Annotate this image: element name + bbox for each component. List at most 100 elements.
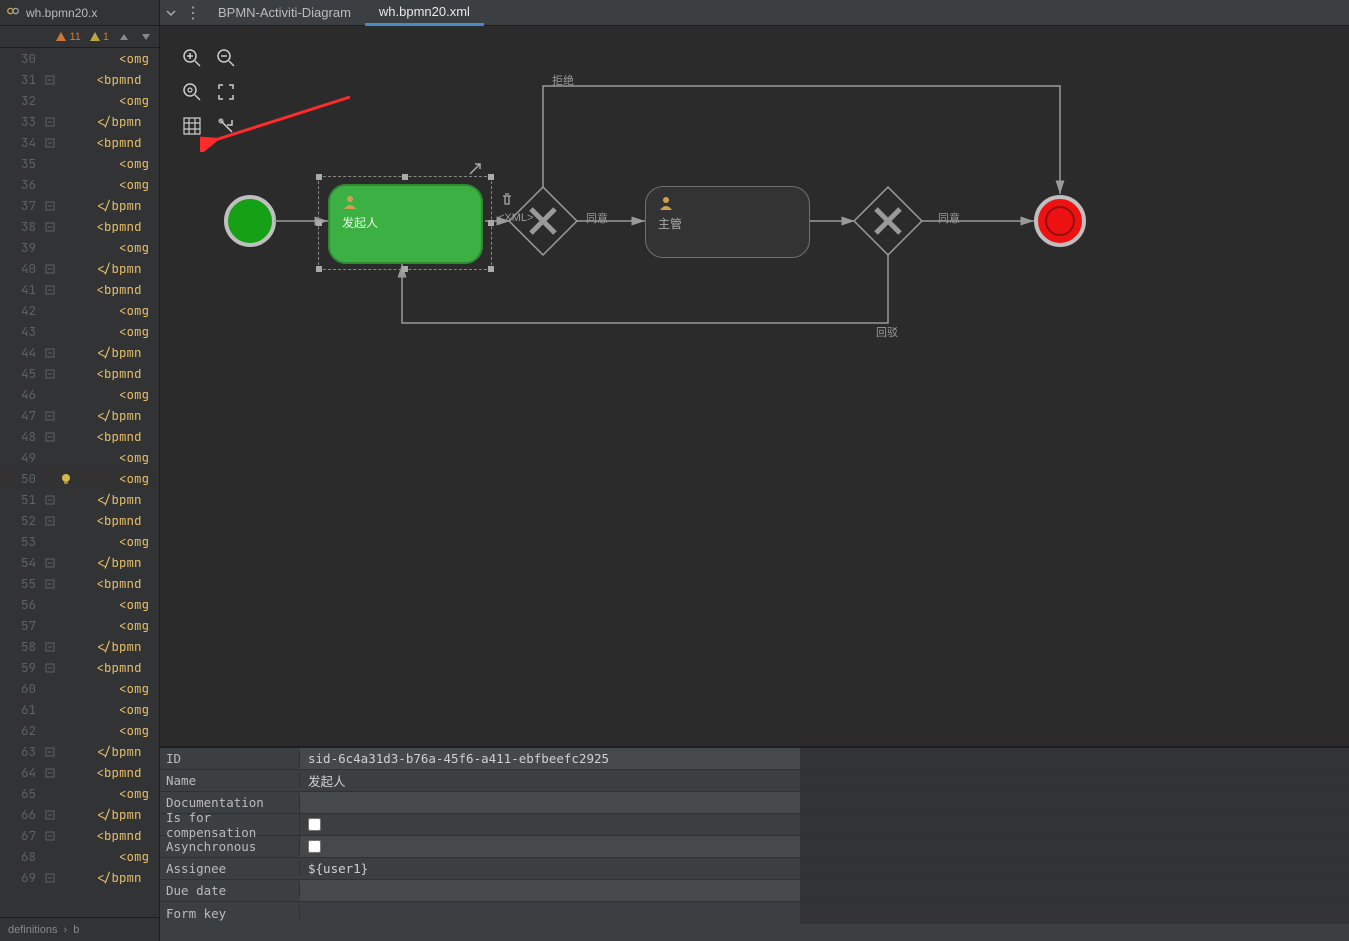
code-line[interactable]: 64 <bpmnd (0, 762, 159, 783)
start-event[interactable] (226, 197, 274, 245)
prev-highlight-icon[interactable] (117, 30, 131, 44)
warnings-minor[interactable]: 1 (89, 31, 109, 43)
fold-toggle-icon[interactable] (42, 747, 58, 757)
fold-toggle-icon[interactable] (42, 222, 58, 232)
tabs-more-icon[interactable]: ⋮ (182, 0, 204, 26)
prop-value-assignee[interactable]: ${user1} (300, 858, 800, 879)
code-line[interactable]: 69 </bpmn (0, 867, 159, 888)
code-line[interactable]: 43 <omg (0, 321, 159, 342)
code-line[interactable]: 52 <bpmnd (0, 510, 159, 531)
line-number: 59 (0, 659, 42, 676)
fold-toggle-icon[interactable] (42, 642, 58, 652)
code-line[interactable]: 57 <omg (0, 615, 159, 636)
tabs-dropdown-icon[interactable] (160, 0, 182, 26)
fold-toggle-icon[interactable] (42, 432, 58, 442)
prop-value-id[interactable]: sid-6c4a31d3-b76a-45f6-a411-ebfbeefc2925 (300, 748, 800, 769)
fold-toggle-icon[interactable] (42, 810, 58, 820)
fold-toggle-icon[interactable] (42, 516, 58, 526)
line-number: 34 (0, 134, 42, 151)
code-line[interactable]: 66 </bpmn (0, 804, 159, 825)
prop-label-doc: Documentation (160, 795, 300, 810)
fold-toggle-icon[interactable] (42, 75, 58, 85)
code-line[interactable]: 35 <omg (0, 153, 159, 174)
fold-toggle-icon[interactable] (42, 558, 58, 568)
sequence-flow-reject[interactable] (543, 86, 1060, 194)
fold-toggle-icon[interactable] (42, 873, 58, 883)
tab-diagram[interactable]: BPMN-Activiti-Diagram (204, 0, 365, 26)
code-line[interactable]: 62 <omg (0, 720, 159, 741)
code-line[interactable]: 32 <omg (0, 90, 159, 111)
fold-toggle-icon[interactable] (42, 768, 58, 778)
fold-toggle-icon[interactable] (42, 201, 58, 211)
code-line[interactable]: 63 </bpmn (0, 741, 159, 762)
code-line[interactable]: 45 <bpmnd (0, 363, 159, 384)
bpmn-canvas[interactable]: 发起人 主管 <XML> 同意 同意 拒绝 回驳 (160, 26, 1349, 746)
fold-toggle-icon[interactable] (42, 348, 58, 358)
breadcrumb-item[interactable]: definitions (8, 924, 58, 936)
code-line[interactable]: 53 <omg (0, 531, 159, 552)
fold-toggle-icon[interactable] (42, 495, 58, 505)
prop-value-compensation[interactable] (300, 814, 800, 835)
breadcrumb[interactable]: definitions › b (0, 917, 159, 941)
sequence-flow-return[interactable] (402, 254, 888, 323)
code-line[interactable]: 58 </bpmn (0, 636, 159, 657)
exclusive-gateway-2[interactable] (854, 187, 922, 255)
next-highlight-icon[interactable] (139, 30, 153, 44)
code-line[interactable]: 36 <omg (0, 174, 159, 195)
code-line[interactable]: 39 <omg (0, 237, 159, 258)
fold-toggle-icon[interactable] (42, 138, 58, 148)
code-line[interactable]: 30 <omg (0, 48, 159, 69)
code-line[interactable]: 40 </bpmn (0, 258, 159, 279)
code-gutter[interactable]: 30 <omg31 <bpmnd32 <omg33 </bpmn34 <bpmn… (0, 48, 159, 917)
fold-toggle-icon[interactable] (42, 579, 58, 589)
line-number: 52 (0, 512, 42, 529)
warnings-major[interactable]: 11 (55, 31, 80, 43)
code-line[interactable]: 61 <omg (0, 699, 159, 720)
code-line[interactable]: 38 <bpmnd (0, 216, 159, 237)
code-line[interactable]: 33 </bpmn (0, 111, 159, 132)
code-line[interactable]: 41 <bpmnd (0, 279, 159, 300)
code-line[interactable]: 67 <bpmnd (0, 825, 159, 846)
code-line[interactable]: 55 <bpmnd (0, 573, 159, 594)
code-line[interactable]: 44 </bpmn (0, 342, 159, 363)
expand-icon[interactable] (468, 162, 482, 179)
prop-value-name[interactable]: 发起人 (300, 770, 800, 791)
code-line[interactable]: 65 <omg (0, 783, 159, 804)
fold-toggle-icon[interactable] (42, 369, 58, 379)
user-task-manager[interactable]: 主管 (645, 186, 810, 258)
code-line[interactable]: 48 <bpmnd (0, 426, 159, 447)
code-line[interactable]: 56 <omg (0, 594, 159, 615)
fold-toggle-icon[interactable] (42, 117, 58, 127)
fold-toggle-icon[interactable] (42, 831, 58, 841)
fold-toggle-icon[interactable] (42, 411, 58, 421)
breadcrumb-item[interactable]: b (73, 924, 79, 936)
code-line[interactable]: 31 <bpmnd (0, 69, 159, 90)
fold-toggle-icon[interactable] (42, 264, 58, 274)
code-line[interactable]: 68 <omg (0, 846, 159, 867)
user-task-initiator[interactable]: 发起人 (328, 184, 483, 264)
code-line[interactable]: 47 </bpmn (0, 405, 159, 426)
code-line[interactable]: 49 <omg (0, 447, 159, 468)
left-file-tab[interactable]: wh.bpmn20.x (0, 0, 159, 26)
prop-value-doc[interactable] (300, 792, 800, 813)
code-line[interactable]: 34 <bpmnd (0, 132, 159, 153)
code-line[interactable]: 37 </bpmn (0, 195, 159, 216)
tab-xml[interactable]: wh.bpmn20.xml (365, 0, 484, 26)
code-line[interactable]: 42 <omg (0, 300, 159, 321)
fold-toggle-icon[interactable] (42, 285, 58, 295)
code-line[interactable]: 50 <omg (0, 468, 159, 489)
trash-icon[interactable] (500, 192, 514, 209)
prop-value-duedate[interactable] (300, 880, 800, 901)
intention-bulb-icon[interactable] (58, 473, 74, 485)
code-line[interactable]: 46 <omg (0, 384, 159, 405)
code-line[interactable]: 54 </bpmn (0, 552, 159, 573)
prop-label-name: Name (160, 773, 300, 788)
end-event[interactable] (1036, 197, 1084, 245)
code-line[interactable]: 51 </bpmn (0, 489, 159, 510)
properties-panel[interactable]: ID sid-6c4a31d3-b76a-45f6-a411-ebfbeefc2… (160, 746, 1349, 941)
prop-value-async[interactable] (300, 836, 800, 857)
fold-toggle-icon[interactable] (42, 663, 58, 673)
code-line[interactable]: 60 <omg (0, 678, 159, 699)
prop-value-formkey[interactable] (300, 902, 800, 924)
code-line[interactable]: 59 <bpmnd (0, 657, 159, 678)
